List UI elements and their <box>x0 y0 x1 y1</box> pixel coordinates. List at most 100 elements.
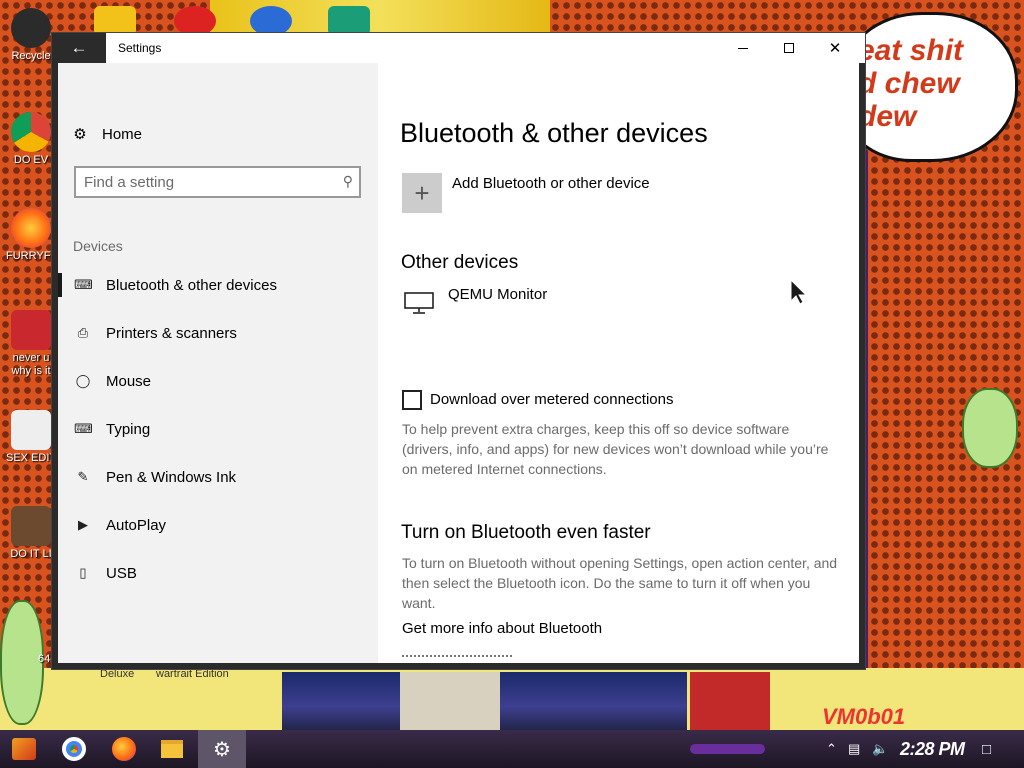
gear-icon: ⚙ <box>73 126 87 143</box>
sidebar-item-label: USB <box>106 564 137 582</box>
desktop-icon-devcpp[interactable]: never u why is it <box>6 310 56 378</box>
sidebar-item-autoplay[interactable]: ▶ AutoPlay <box>58 501 378 549</box>
metered-description: To help prevent extra charges, keep this… <box>402 421 829 477</box>
add-device-button[interactable]: + <box>402 173 442 213</box>
desktop-icon-sex-edit[interactable]: SEX EDIT <box>6 410 56 464</box>
settings-window: ← Settings ✕ ⚙ Home ⚲ Devices ⌨ <box>52 33 865 669</box>
other-devices-heading: Other devices <box>401 252 519 273</box>
bluetooth-faster-description: To turn on Bluetooth without opening Set… <box>402 555 838 611</box>
desktop-icon-do-it-li[interactable]: DO IT LI <box>6 506 56 560</box>
chrome-shortcut-icon <box>11 112 51 152</box>
show-hidden-icons-button[interactable]: ⌃ <box>826 730 837 768</box>
sidebar-item-label: Bluetooth & other devices <box>106 276 277 294</box>
devcpp-icon <box>11 310 51 350</box>
sidebar-item-printers[interactable]: ⎙ Printers & scanners <box>58 309 378 357</box>
taskbar-firefox[interactable] <box>100 730 148 768</box>
wallpaper-bubble-text: eat shit d chew dew <box>858 34 964 133</box>
desktop-icon-top-1[interactable] <box>94 6 136 36</box>
desktop-icon-do-ev[interactable]: DO EV <box>6 112 56 166</box>
wallpaper-watermark: VM0b01 <box>822 704 906 729</box>
desktop-icon-label-64: 64 <box>38 653 51 665</box>
window-title: Settings <box>118 41 162 55</box>
action-center-button[interactable]: □ <box>982 730 991 768</box>
monitor-icon <box>404 292 434 314</box>
settings-icon: ⚙ <box>213 738 231 761</box>
minimize-button[interactable] <box>720 33 766 63</box>
search-box[interactable]: ⚲ <box>74 166 361 198</box>
desktop-icon-top-2[interactable] <box>174 6 216 36</box>
device-qemu-monitor[interactable]: QEMU Monitor <box>448 286 547 303</box>
wallpaper-cartoon-right <box>962 388 1018 468</box>
home-label: Home <box>102 125 143 143</box>
page-title: Bluetooth & other devices <box>400 118 708 148</box>
taskbar-clock[interactable]: 2:28 PM <box>900 730 965 768</box>
cut-off-heading <box>402 655 512 661</box>
search-input[interactable] <box>84 174 324 191</box>
keyboard-icon: ⌨ <box>74 421 93 436</box>
home-link[interactable]: ⚙ Home <box>72 125 143 144</box>
desktop-icon-top-3[interactable] <box>250 6 292 36</box>
sidebar-item-label: Mouse <box>106 372 152 390</box>
notification-icon: □ <box>982 740 992 758</box>
taskbar-file-explorer[interactable] <box>148 730 196 768</box>
volume-icon: 🔈 <box>872 741 889 756</box>
firefox-icon <box>112 737 136 761</box>
more-info-link[interactable]: Get more info about Bluetooth <box>402 620 602 637</box>
close-button[interactable]: ✕ <box>812 33 858 63</box>
section-label-devices: Devices <box>73 238 123 254</box>
portrait-icon <box>11 506 51 546</box>
network-button[interactable]: ▤ <box>848 730 860 768</box>
mouse-cursor-icon <box>790 279 808 305</box>
search-icon[interactable]: ⚲ <box>343 173 353 190</box>
desktop-icon-furryfu[interactable]: FURRYFU <box>6 208 58 262</box>
start-button[interactable] <box>0 730 48 768</box>
recycle-bin-icon <box>11 8 51 48</box>
back-arrow-icon: ← <box>70 38 88 57</box>
main-pane: Bluetooth & other devices + Add Bluetoot… <box>378 63 859 663</box>
sidebar-item-typing[interactable]: ⌨ Typing <box>58 405 378 453</box>
sidebar-item-usb[interactable]: ▯ USB <box>58 549 378 597</box>
bluetooth-faster-heading: Turn on Bluetooth even faster <box>401 522 651 543</box>
printer-icon: ⎙ <box>77 325 89 340</box>
sidebar-item-label: Printers & scanners <box>106 324 237 342</box>
start-icon <box>12 738 36 760</box>
chevron-up-icon: ⌃ <box>826 741 837 756</box>
file-explorer-icon <box>161 740 183 758</box>
plus-icon: + <box>414 177 430 208</box>
metered-checkbox-label[interactable]: Download over metered connections <box>430 391 673 408</box>
sidebar-item-mouse[interactable]: ◯ Mouse <box>58 357 378 405</box>
pen-icon: ✎ <box>77 469 89 484</box>
autoplay-icon: ▶ <box>78 517 88 532</box>
wallpaper-red-block <box>690 672 770 730</box>
desktop-icon-label-edition: wartrait Edition <box>156 668 229 680</box>
volume-button[interactable]: 🔈 <box>872 730 888 768</box>
add-device-label[interactable]: Add Bluetooth or other device <box>452 175 650 192</box>
taskbar-settings[interactable]: ⚙ <box>198 730 246 768</box>
desktop-icon-top-4[interactable] <box>328 6 370 36</box>
desktop-icon-recycle-bin[interactable]: Recycle <box>6 8 56 62</box>
sidebar-item-label: Pen & Windows Ink <box>106 468 237 486</box>
back-button[interactable]: ← <box>52 33 106 63</box>
mouse-icon: ◯ <box>75 373 91 388</box>
settings-content: ⚙ Home ⚲ Devices ⌨ Bluetooth & other dev… <box>58 63 859 663</box>
wallpaper-figure-art <box>400 672 500 730</box>
sidebar-item-label: Typing <box>106 420 151 438</box>
chrome-icon <box>62 737 86 761</box>
firefox-shortcut-icon <box>11 208 51 248</box>
close-icon: ✕ <box>828 40 842 57</box>
minimize-icon <box>738 47 748 49</box>
taskbar: ⚙ ⌃ ▤ 🔈 2:28 PM □ <box>0 730 1024 768</box>
maximize-icon <box>784 43 794 53</box>
network-icon: ▤ <box>848 741 861 756</box>
sidebar-item-bluetooth[interactable]: ⌨ Bluetooth & other devices <box>58 261 378 309</box>
sidebar-nav: ⌨ Bluetooth & other devices ⎙ Printers &… <box>58 261 378 597</box>
usb-icon: ▯ <box>79 565 87 580</box>
desktop-icon-label-deluxe: Deluxe <box>100 668 135 680</box>
sidebar-item-pen[interactable]: ✎ Pen & Windows Ink <box>58 453 378 501</box>
maximize-button[interactable] <box>766 33 812 63</box>
hex-editor-icon <box>11 410 51 450</box>
bluetooth-devices-icon: ⌨ <box>74 277 93 292</box>
taskbar-chrome[interactable] <box>50 730 98 768</box>
title-bar: ← Settings ✕ <box>52 33 865 63</box>
metered-checkbox[interactable] <box>402 390 422 410</box>
